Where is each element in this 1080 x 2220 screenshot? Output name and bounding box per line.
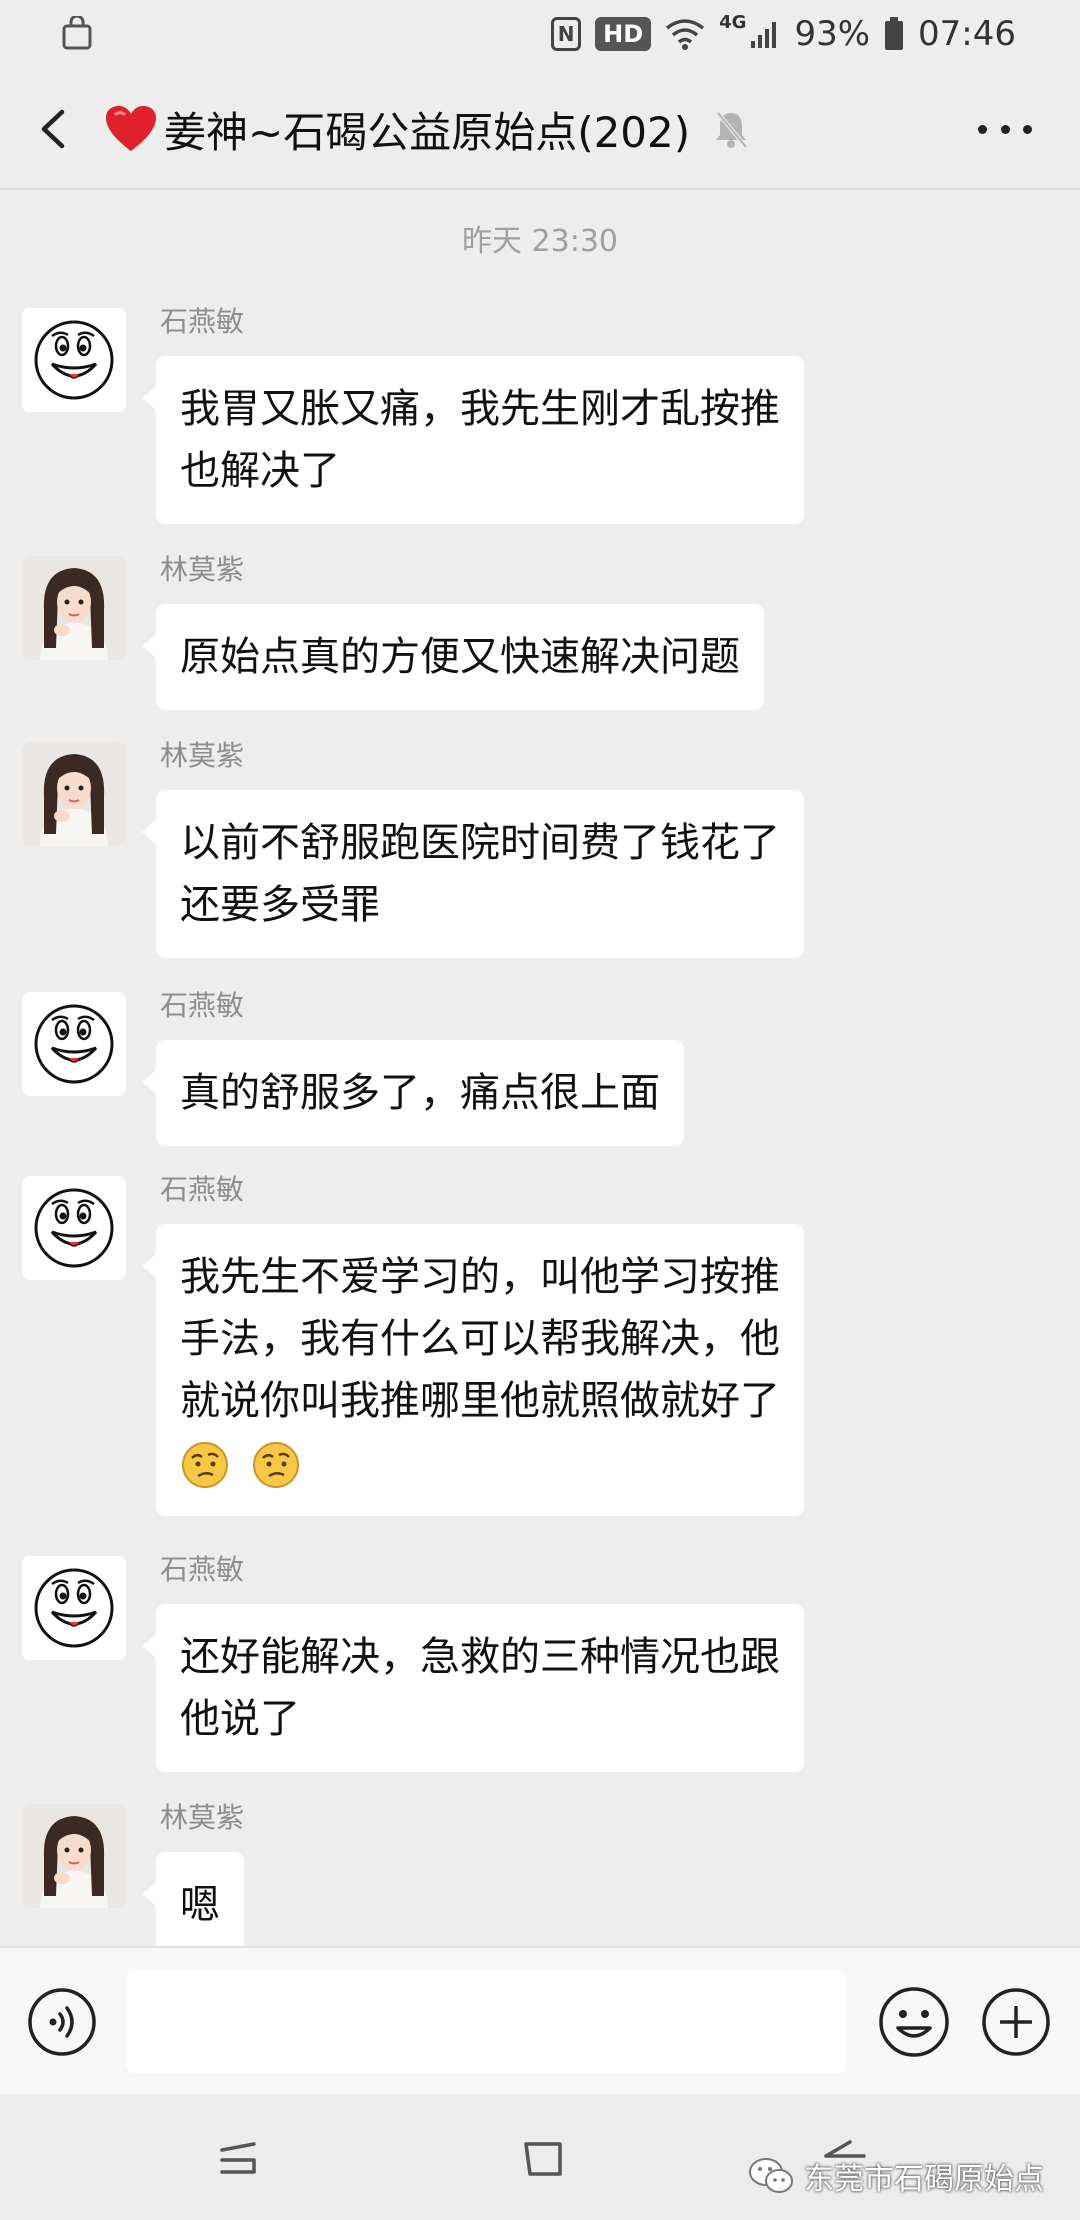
message-line: 他说了 — [180, 1696, 300, 1742]
nfc-icon: N — [551, 17, 582, 51]
plus-icon[interactable] — [980, 1986, 1052, 2058]
chat-title-row[interactable]: 姜神~石碣公益原始点(202) — [104, 96, 750, 162]
puzzled-emoji — [182, 1442, 228, 1488]
signal-icon — [751, 22, 777, 48]
status-indicators: N HD 4G 93% 07:46 — [551, 12, 1016, 56]
message-bubble[interactable]: 真的舒服多了，痛点很上面 — [142, 1040, 684, 1146]
sender-name: 石燕敏 — [160, 989, 245, 1022]
message-line: 我先生不爱学习的，叫他学习按推 — [180, 1254, 780, 1300]
message-bubble[interactable]: 我胃又胀又痛，我先生刚才乱按推 也解决了 — [142, 356, 804, 524]
chat-header: 姜神~石碣公益原始点(202) — [0, 66, 1080, 190]
puzzled-emoji — [252, 1442, 299, 1488]
network-type-label: 4G — [719, 11, 747, 33]
message-input[interactable] — [126, 1970, 846, 2074]
message-line: 以前不舒服跑医院时间费了钱花了 — [180, 820, 780, 866]
message-bubble[interactable]: 原始点真的方便又快速解决问题 — [142, 604, 764, 710]
hd-badge: HD — [595, 17, 652, 51]
message-line: 也解决了 — [180, 448, 340, 494]
more-dot — [978, 124, 987, 134]
girl-photo-avatar[interactable] — [22, 556, 126, 660]
watermark: 东莞市石碣原始点 — [748, 2154, 1044, 2198]
battery-percent: 93% — [794, 14, 871, 54]
message-line: 我胃又胀又痛，我先生刚才乱按推 — [180, 386, 780, 432]
smiley-face-avatar[interactable] — [22, 992, 126, 1096]
sender-name: 林莫紫 — [160, 739, 245, 772]
message-bubble[interactable]: 嗯 — [142, 1852, 244, 1946]
watermark-text: 东莞市石碣原始点 — [804, 2162, 1044, 2197]
shopping-bag-icon — [62, 16, 92, 50]
girl-photo-avatar[interactable] — [22, 742, 126, 846]
message-list[interactable]: 昨天 23:30 石燕敏 我胃又胀又痛，我先生刚才乱按推 也解决了 林莫紫 原始… — [0, 190, 1080, 1946]
smiley-face-avatar[interactable] — [22, 308, 126, 412]
more-dot — [1023, 124, 1032, 134]
wechat-logo-icon — [749, 2158, 793, 2193]
sender-name: 石燕敏 — [160, 1553, 245, 1586]
mute-bell-icon — [716, 111, 748, 149]
smiley-face-avatar[interactable] — [22, 1176, 126, 1280]
emoji-icon[interactable] — [876, 1984, 952, 2060]
message-line: 还要多受罪 — [180, 882, 380, 928]
home-icon[interactable] — [518, 2134, 568, 2184]
sender-name: 石燕敏 — [160, 305, 245, 338]
emoji-row — [180, 1432, 780, 1494]
sender-name: 石燕敏 — [160, 1173, 245, 1206]
voice-icon[interactable] — [26, 1986, 98, 2058]
heart-icon — [106, 106, 156, 151]
message-line: 真的舒服多了，痛点很上面 — [180, 1070, 660, 1116]
smiley-face-avatar[interactable] — [22, 1556, 126, 1660]
wifi-icon — [666, 19, 705, 50]
message-line: 还好能解决，急救的三种情况也跟 — [180, 1634, 780, 1680]
battery-icon — [885, 17, 904, 50]
message-bubble[interactable]: 还好能解决，急救的三种情况也跟 他说了 — [142, 1604, 804, 1772]
chat-title: 姜神~石碣公益原始点(202) — [164, 107, 691, 157]
status-bar: N HD 4G 93% 07:46 — [0, 0, 1080, 66]
chat-screen: N HD 4G 93% 07:46 姜神~石碣公益原始点(202) 昨天 23:… — [0, 0, 1080, 2220]
input-bar — [0, 1946, 1080, 2094]
more-dot — [1000, 124, 1010, 134]
girl-photo-avatar[interactable] — [22, 1804, 126, 1908]
system-nav-bar: 东莞市石碣原始点 — [0, 2094, 1080, 2220]
recent-apps-icon[interactable] — [214, 2134, 264, 2184]
message-line: 手法，我有什么可以帮我解决，他 — [180, 1316, 780, 1362]
message-timestamp: 昨天 23:30 — [462, 224, 618, 259]
message-line: 嗯 — [180, 1882, 220, 1928]
sender-name: 林莫紫 — [160, 553, 245, 586]
back-arrow-icon[interactable] — [22, 96, 88, 162]
clock: 07:46 — [918, 14, 1016, 54]
sender-name: 林莫紫 — [160, 1801, 245, 1834]
message-bubble[interactable]: 我先生不爱学习的，叫他学习按推 手法，我有什么可以帮我解决，他 就说你叫我推哪里… — [142, 1224, 804, 1516]
message-line: 就说你叫我推哪里他就照做就好了 — [180, 1378, 780, 1424]
message-bubble[interactable]: 以前不舒服跑医院时间费了钱花了 还要多受罪 — [142, 790, 804, 958]
message-line: 原始点真的方便又快速解决问题 — [180, 634, 740, 680]
more-icon[interactable] — [970, 104, 1040, 154]
